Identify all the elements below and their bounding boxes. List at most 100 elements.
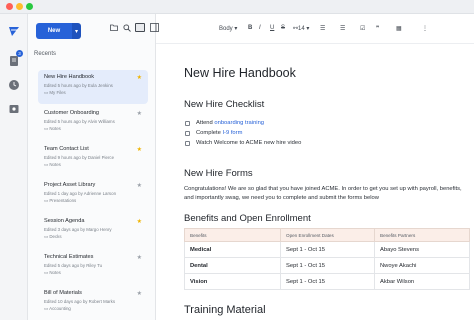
recent-item-meta: Edited 10 days ago by Robert Marks	[44, 299, 116, 304]
recent-item-project-asset-library[interactable]: Project Asset Library Edited 1 day ago b…	[38, 178, 148, 212]
more-icon[interactable]: ⋮	[422, 25, 428, 32]
recent-item-title: Bill of Materials	[44, 290, 82, 296]
recent-item-meta: Edited 3 days ago by Margo Henry	[44, 227, 112, 232]
editor-toolbar: Body ▾ B I U S ⚯ 14 ▾ ☰ ☰ ☑ ❞ ▦ ⋮	[110, 14, 474, 44]
media-icon[interactable]	[8, 102, 20, 114]
recent-item-meta: Edited 9 hours ago by Daniel Pierce	[44, 155, 115, 160]
recent-item-new-hire-handbook[interactable]: New Hire Handbook Edited 5 hours ago by …	[38, 70, 148, 104]
checkbox[interactable]	[185, 130, 190, 136]
search-icon[interactable]	[123, 24, 131, 34]
close-window-button[interactable]	[6, 3, 13, 10]
recent-item-folder: Presentations	[49, 198, 77, 203]
document-badge: 3	[16, 50, 23, 57]
new-dropdown-button[interactable]: ▾	[72, 23, 81, 39]
recent-item-meta: Edited 5 hours ago by Alvin Williams	[44, 119, 115, 124]
table-row: Dental Sept 1 - Oct 15 Nwoye Akachi	[184, 257, 470, 274]
table-cell[interactable]: Nwoye Akachi	[374, 257, 470, 274]
italic-button[interactable]: I	[259, 25, 261, 31]
table-row: Vision Sept 1 - Oct 15 Akbar Wilson	[184, 273, 470, 290]
underline-button[interactable]: U	[270, 25, 274, 31]
minimize-window-button[interactable]	[16, 3, 23, 10]
strikethrough-button[interactable]: S	[281, 25, 285, 31]
document-canvas[interactable]: New Hire Handbook New Hire Checklist Att…	[156, 44, 474, 320]
recent-item-meta: Edited 5 hours ago by Eula Jenkins	[44, 83, 113, 88]
star-icon[interactable]: ★	[137, 182, 142, 189]
quote-icon[interactable]: ❞	[376, 25, 379, 32]
checklist-text: Watch Welcome to ACME new hire video	[196, 140, 302, 146]
table-cell[interactable]: Abayo Stevens	[374, 241, 470, 258]
table-cell[interactable]: Sept 1 - Oct 15	[280, 273, 375, 290]
star-icon[interactable]: ★	[137, 254, 142, 261]
recent-item-bill-of-materials[interactable]: Bill of Materials Edited 10 days ago by …	[38, 286, 148, 320]
i9-form-link[interactable]: I-9 form	[222, 130, 242, 136]
font-size-value: 14	[298, 26, 305, 32]
bullet-list-icon[interactable]: ☰	[320, 25, 325, 32]
table-icon[interactable]: ▦	[396, 25, 402, 32]
training-heading: Training Material	[184, 304, 266, 316]
new-button[interactable]: New	[36, 23, 72, 39]
style-select[interactable]: Body ▾	[219, 25, 237, 32]
star-icon[interactable]: ★	[137, 146, 142, 153]
table-header: Benefits	[184, 228, 281, 242]
star-icon[interactable]: ★	[137, 290, 142, 297]
recent-item-folder: Notes	[49, 270, 61, 275]
recent-item-meta: Edited 1 day ago by Adrienne Larson	[44, 191, 117, 196]
recent-item-title: New Hire Handbook	[44, 74, 95, 80]
table-cell[interactable]: Akbar Wilson	[374, 273, 470, 290]
numbered-list-icon[interactable]: ☰	[340, 25, 345, 32]
checkbox[interactable]	[185, 120, 190, 126]
table-cell[interactable]: Vision	[184, 273, 281, 290]
recent-item-team-contact-list[interactable]: Team Contact List Edited 9 hours ago by …	[38, 142, 148, 176]
window-titlebar	[0, 0, 474, 14]
recent-item-title: Project Asset Library	[44, 182, 96, 188]
forms-paragraph: Congratulations! We are so glad that you…	[184, 186, 462, 201]
document-title: New Hire Handbook	[184, 66, 296, 80]
checklist-item: Complete I-9 form	[185, 130, 242, 136]
checklist-heading: New Hire Checklist	[184, 99, 265, 110]
checklist-text: Attend	[196, 120, 213, 126]
maximize-window-button[interactable]	[26, 3, 33, 10]
recent-item-session-agenda[interactable]: Session Agenda Edited 3 days ago by Marg…	[38, 214, 148, 248]
checklist-text: Complete	[196, 130, 221, 136]
recent-item-title: Technical Estimates	[44, 254, 94, 260]
recents-heading: Recents	[34, 51, 57, 57]
checklist-item: Attend onboarding training	[185, 120, 264, 126]
panel-toggle-icon[interactable]	[150, 23, 159, 34]
recent-item-folder: Decks	[49, 234, 62, 239]
recent-item-folder: Notes	[49, 162, 61, 167]
star-icon[interactable]: ★	[137, 110, 142, 117]
bold-button[interactable]: B	[248, 25, 252, 31]
recent-item-folder: Accounting	[49, 306, 71, 311]
clock-icon[interactable]	[8, 78, 20, 90]
benefits-heading: Benefits and Open Enrollment	[184, 213, 311, 224]
folder-open-icon[interactable]	[110, 24, 118, 33]
font-size-select[interactable]: 14 ▾	[298, 25, 309, 32]
icon-rail: 3	[0, 14, 28, 320]
recent-item-title: Team Contact List	[44, 146, 89, 152]
table-header: Open Enrollment Dates	[280, 228, 375, 242]
table-cell[interactable]: Sept 1 - Oct 15	[280, 257, 375, 274]
logo-icon	[8, 24, 20, 36]
recents-sidebar: New ▾ Recents New Hire Handbook Edited 5…	[28, 14, 156, 320]
recent-item-folder: My Files	[49, 90, 66, 95]
recent-item-technical-estimates[interactable]: Technical Estimates Edited 5 days ago by…	[38, 250, 148, 284]
checklist-icon[interactable]: ☑	[360, 25, 365, 32]
style-select-value: Body	[219, 26, 233, 32]
table-header-row: Benefits Open Enrollment Dates Benefits …	[184, 228, 470, 242]
benefits-table: Benefits Open Enrollment Dates Benefits …	[184, 228, 470, 290]
table-row: Medical Sept 1 - Oct 15 Abayo Stevens	[184, 241, 470, 258]
table-cell[interactable]: Sept 1 - Oct 15	[280, 241, 375, 258]
recent-item-folder: Notes	[49, 126, 61, 131]
onboarding-training-link[interactable]: onboarding training	[214, 120, 264, 126]
recent-item-title: Session Agenda	[44, 218, 85, 224]
table-cell[interactable]: Medical	[184, 241, 281, 258]
recent-item-customer-onboarding[interactable]: Customer Onboarding Edited 5 hours ago b…	[38, 106, 148, 140]
table-cell[interactable]: Dental	[184, 257, 281, 274]
table-header: Benefits Partners	[374, 228, 470, 242]
checkbox[interactable]	[185, 140, 190, 146]
checklist-item: Watch Welcome to ACME new hire video	[185, 140, 301, 146]
star-icon[interactable]: ★	[137, 74, 142, 81]
recent-item-title: Customer Onboarding	[44, 110, 100, 116]
layout-toggle-icon[interactable]	[135, 23, 145, 32]
star-icon[interactable]: ★	[137, 218, 142, 225]
